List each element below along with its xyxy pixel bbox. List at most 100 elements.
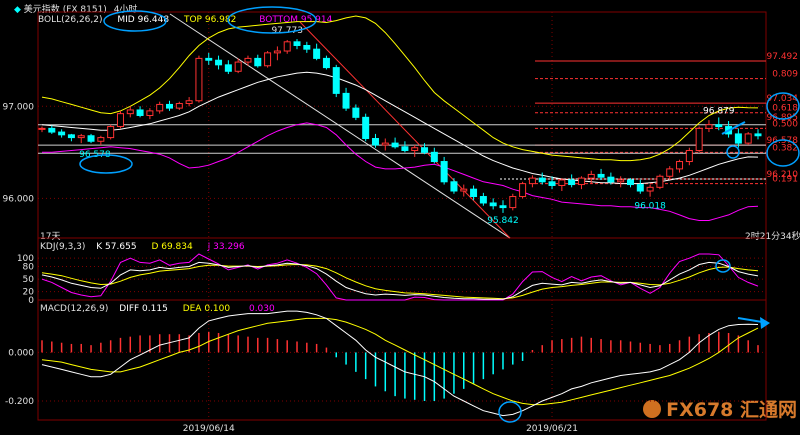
candle-body: [303, 44, 311, 50]
candle-body: [175, 103, 183, 109]
candle-body: [195, 57, 203, 102]
candle-body: [499, 205, 507, 209]
fib-level-label: 0.382: [772, 143, 798, 153]
right-high-annotation: 96.879: [703, 106, 735, 116]
price-tick-label: 97.000: [3, 102, 35, 112]
candle-body: [381, 142, 389, 146]
candle-body: [264, 52, 272, 67]
candle-body: [77, 135, 85, 139]
candle-body: [440, 161, 448, 183]
candle-body: [617, 179, 625, 183]
candle-body: [322, 57, 330, 69]
candle-body: [234, 61, 242, 72]
boll-top-line: [41, 15, 759, 162]
candle-body: [479, 196, 487, 204]
candle-body: [107, 126, 115, 139]
candle-body: [58, 131, 66, 136]
candle-body: [254, 57, 262, 67]
candle-body: [273, 50, 281, 54]
kdj-k-line: [41, 261, 759, 300]
mid-low-annotation: 96.018: [634, 202, 666, 212]
candle-body: [136, 109, 144, 116]
macd-dea-line: [41, 317, 759, 406]
fib-level-label: 97.492: [767, 52, 799, 62]
kdj-tick-label: 50: [23, 275, 35, 285]
macd-arrow-head-icon: [760, 317, 770, 329]
candle-body: [38, 127, 46, 130]
candle-body: [146, 110, 154, 116]
candle-body: [342, 92, 350, 109]
candle-body: [332, 67, 340, 94]
candle-body: [362, 116, 370, 140]
candle-body: [489, 202, 497, 207]
candle-body: [421, 147, 429, 153]
candle-body: [166, 103, 174, 109]
candle-body: [754, 133, 762, 137]
fib-level-label: 0.809: [772, 70, 798, 80]
candle-body: [587, 173, 595, 179]
candle-body: [695, 127, 703, 151]
candle-body: [244, 57, 252, 63]
candle-body: [538, 177, 546, 183]
candle-body: [156, 103, 164, 112]
fib-level-label: 0.191: [772, 175, 798, 185]
candle-body: [293, 41, 301, 46]
date-tick-label: 2019/06/14: [183, 424, 235, 434]
candle-body: [450, 181, 458, 192]
candle-body: [313, 48, 321, 59]
candle-body: [87, 135, 95, 142]
candle-body: [597, 173, 605, 178]
kdj-tick-label: 80: [23, 263, 35, 273]
mid-value-highlight-circle: [103, 10, 167, 32]
chart-canvas[interactable]: 97.00096.00010080502000.000-0.2002019/06…: [0, 0, 800, 435]
candle-body: [528, 177, 536, 185]
candle-body: [607, 176, 615, 183]
price-tick-label: 96.000: [3, 194, 35, 204]
candle-body: [48, 127, 56, 133]
candle-body: [548, 181, 556, 186]
candle-body: [636, 184, 644, 192]
candle-body: [568, 179, 576, 186]
macd-tick-label: -0.200: [5, 397, 34, 407]
candle-body: [705, 124, 713, 129]
candle-body: [656, 175, 664, 188]
candle-body: [411, 147, 419, 151]
candle-body: [685, 149, 693, 163]
low-annotation: 95.842: [487, 216, 519, 226]
candle-body: [646, 186, 654, 192]
candle-body: [67, 134, 75, 139]
candle-body: [470, 188, 478, 198]
candle-body: [626, 179, 634, 186]
macd-tick-label: 0.000: [8, 348, 34, 358]
candle-body: [126, 109, 134, 115]
candle-body: [430, 151, 438, 163]
macd-panel-frame: [37, 299, 767, 421]
candle-body: [371, 138, 379, 146]
candle-body: [283, 41, 291, 52]
candle-body: [185, 100, 193, 105]
candle-body: [401, 146, 409, 151]
kdj-j-line: [41, 253, 759, 301]
candle-body: [391, 142, 399, 148]
downtrend-channel-line: [299, 21, 511, 239]
candle-body: [519, 183, 527, 198]
candle-body: [577, 177, 585, 186]
date-tick-label: 2019/06/21: [526, 424, 578, 434]
candle-body: [460, 188, 468, 192]
candle-body: [205, 57, 213, 61]
macd-cross-highlight-circle: [498, 401, 522, 423]
candle-body: [558, 179, 566, 186]
kdj-panel-frame: [37, 237, 767, 301]
candle-body: [97, 137, 105, 142]
candle-body: [666, 168, 674, 177]
candle-body: [734, 133, 742, 144]
downtrend-line: [169, 13, 511, 239]
candle-body: [715, 124, 723, 128]
candle-body: [352, 107, 360, 118]
candle-body: [676, 161, 684, 170]
candle-body: [744, 133, 752, 144]
candle-body: [509, 196, 517, 209]
candle-body: [116, 113, 124, 128]
kdj-tick-label: 0: [28, 296, 34, 306]
candle-body: [215, 59, 223, 66]
